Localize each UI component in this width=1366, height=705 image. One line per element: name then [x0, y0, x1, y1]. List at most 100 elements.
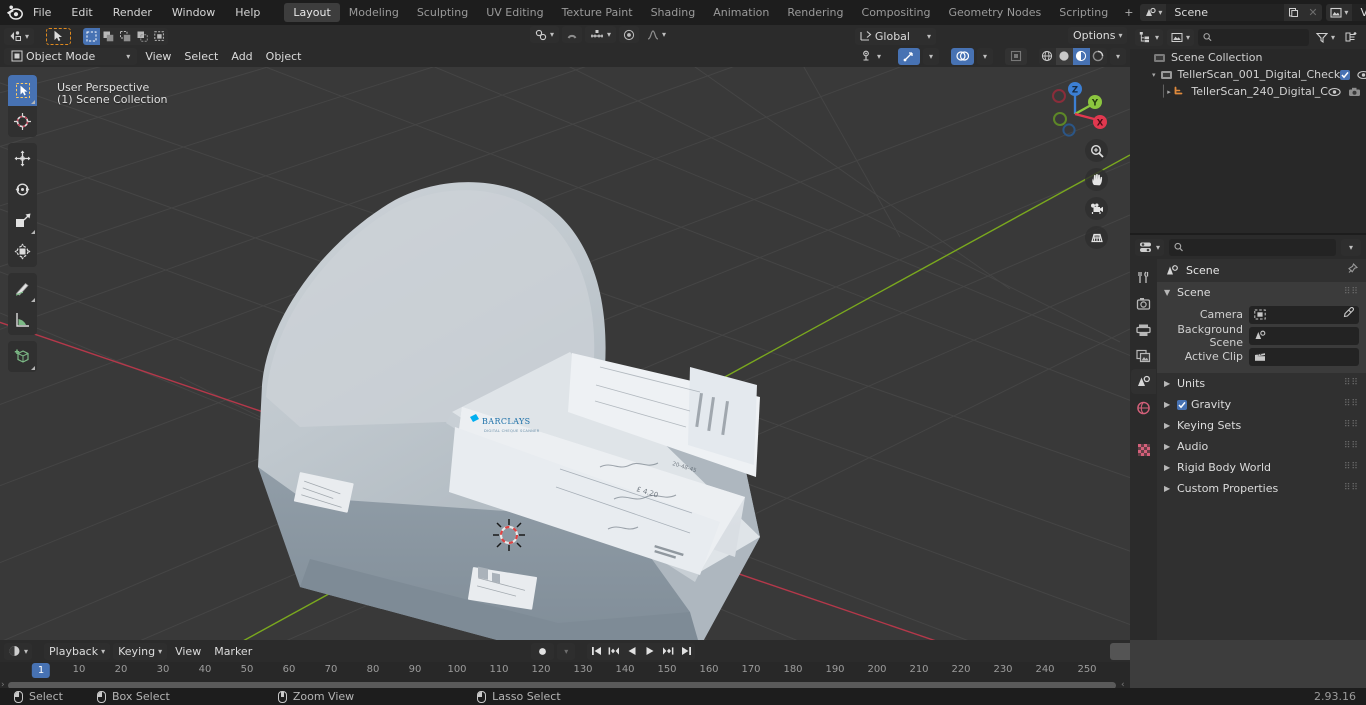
- timeline-scale[interactable]: 10 20 30 40 50 60 70 80 90 100 110 120 1…: [0, 662, 1130, 680]
- background-scene-field[interactable]: [1249, 327, 1359, 345]
- properties-tab-tool[interactable]: [1131, 265, 1156, 290]
- select-intersect-icon[interactable]: [151, 28, 168, 45]
- select-extend-icon[interactable]: [100, 28, 117, 45]
- timeline-menu-view[interactable]: View: [170, 643, 206, 660]
- play-icon[interactable]: [641, 643, 659, 660]
- panel-header-custom-properties[interactable]: ▶ Custom Properties ⠿⠿: [1157, 478, 1366, 499]
- proportional-edit-icon[interactable]: [619, 26, 639, 43]
- overlays-icon[interactable]: [951, 48, 974, 65]
- select-box-icon[interactable]: [83, 28, 100, 45]
- menu-edit[interactable]: Edit: [61, 0, 102, 25]
- panel-header-gravity[interactable]: ▶ Gravity ⠿⠿: [1157, 394, 1366, 415]
- rendered-icon[interactable]: [1090, 48, 1107, 65]
- workspace-tab-rendering[interactable]: Rendering: [778, 3, 852, 22]
- scale-tool[interactable]: [8, 205, 37, 236]
- eye-icon[interactable]: [1328, 87, 1341, 97]
- outliner-search-box[interactable]: [1198, 29, 1309, 46]
- properties-search-input[interactable]: [1187, 241, 1331, 254]
- filter-id-icon[interactable]: ▾: [1167, 29, 1194, 46]
- menu-help[interactable]: Help: [225, 0, 270, 25]
- disclosure-triangle[interactable]: ▾: [1152, 71, 1156, 79]
- disclosure-triangle[interactable]: ▸: [1167, 88, 1172, 96]
- filter-funnel-icon[interactable]: ▾: [1313, 29, 1338, 46]
- menu-render[interactable]: Render: [103, 0, 162, 25]
- zoom-icon[interactable]: [1085, 139, 1108, 162]
- workspace-tab-texture-paint[interactable]: Texture Paint: [553, 3, 642, 22]
- collection-checkbox[interactable]: [1340, 70, 1350, 80]
- camera-render-icon[interactable]: [1348, 87, 1361, 97]
- gizmo-dropdown[interactable]: ▾: [923, 48, 939, 65]
- material-preview-icon[interactable]: [1073, 48, 1090, 65]
- add-cube-tool[interactable]: [8, 341, 37, 372]
- outliner-row-tellerscan-collection[interactable]: ▾ TellerScan_001_Digital_Check: [1130, 66, 1366, 83]
- workspace-tab-modeling[interactable]: Modeling: [340, 3, 408, 22]
- timeline-menu-keying[interactable]: Keying ▾: [113, 643, 167, 660]
- viewport-menu-select[interactable]: Select: [179, 48, 223, 65]
- blender-logo-icon[interactable]: [6, 0, 23, 25]
- 3d-viewport[interactable]: BARCLAYS DIGITAL CHEQUE SCANNER £ 4.20 2…: [0, 67, 1130, 640]
- new-scene-button[interactable]: [1284, 4, 1303, 21]
- gizmo-icon[interactable]: [898, 48, 920, 65]
- keying-set-dropdown[interactable]: ▾: [557, 643, 575, 660]
- cursor-icon[interactable]: [46, 28, 71, 45]
- properties-options-dropdown[interactable]: ▾: [1341, 239, 1361, 256]
- playhead[interactable]: 1: [32, 663, 50, 678]
- outliner-display-icon[interactable]: ▾: [1135, 29, 1163, 46]
- select-difference-icon[interactable]: [134, 28, 151, 45]
- editor-type-icon[interactable]: ▾: [4, 28, 34, 45]
- scene-selector[interactable]: ▾ Scene ✕: [1140, 4, 1322, 21]
- properties-tab-texture[interactable]: [1131, 437, 1156, 462]
- ortho-persp-toggle-icon[interactable]: [1085, 226, 1108, 249]
- properties-tab-scene[interactable]: [1131, 369, 1156, 394]
- panel-header-audio[interactable]: ▶ Audio ⠿⠿: [1157, 436, 1366, 457]
- select-subtract-icon[interactable]: [117, 28, 134, 45]
- unlink-scene-button[interactable]: ✕: [1303, 4, 1322, 21]
- properties-editor-icon[interactable]: ▾: [1135, 239, 1164, 256]
- properties-tab-render[interactable]: [1131, 291, 1156, 316]
- workspace-tab-scripting[interactable]: Scripting: [1050, 3, 1117, 22]
- active-clip-field[interactable]: [1249, 348, 1359, 366]
- properties-tab-world[interactable]: [1131, 395, 1156, 420]
- pan-hand-icon[interactable]: [1085, 168, 1108, 191]
- pin-icon[interactable]: [1346, 263, 1358, 278]
- annotate-tool[interactable]: [8, 273, 37, 304]
- workspace-tab-compositing[interactable]: Compositing: [853, 3, 940, 22]
- panel-header-units[interactable]: ▶ Units ⠿⠿: [1157, 373, 1366, 394]
- workspace-tab-layout[interactable]: Layout: [284, 3, 339, 22]
- view-layer-name-field[interactable]: View Layer: [1352, 4, 1366, 21]
- add-workspace-button[interactable]: +: [1117, 3, 1140, 22]
- workspace-tab-sculpting[interactable]: Sculpting: [408, 3, 477, 22]
- workspace-tab-geometry-nodes[interactable]: Geometry Nodes: [939, 3, 1050, 22]
- menu-window[interactable]: Window: [162, 0, 225, 25]
- panel-header-scene[interactable]: ▼ Scene ⠿⠿: [1157, 282, 1366, 303]
- record-keyframe-icon[interactable]: [531, 643, 554, 660]
- panel-header-rigid-body-world[interactable]: ▶ Rigid Body World ⠿⠿: [1157, 457, 1366, 478]
- pivot-point-dropdown[interactable]: ▾: [530, 26, 559, 43]
- transform-orientation-dropdown[interactable]: Global ▾: [855, 28, 936, 45]
- camera-view-icon[interactable]: [1085, 197, 1108, 220]
- jump-to-end-icon[interactable]: [677, 643, 695, 660]
- viewport-menu-view[interactable]: View: [140, 48, 176, 65]
- viewport-menu-object[interactable]: Object: [261, 48, 307, 65]
- scene-name-field[interactable]: Scene: [1166, 4, 1284, 21]
- view-layer-selector[interactable]: ▾ View Layer ✕: [1326, 4, 1366, 21]
- camera-field[interactable]: [1249, 306, 1359, 324]
- move-tool[interactable]: [8, 143, 37, 174]
- workspace-tab-uv-editing[interactable]: UV Editing: [477, 3, 552, 22]
- properties-search-box[interactable]: [1169, 239, 1336, 256]
- eyedropper-icon[interactable]: [1342, 307, 1354, 322]
- jump-next-keyframe-icon[interactable]: [659, 643, 677, 660]
- xray-icon[interactable]: [1005, 48, 1027, 65]
- gravity-checkbox[interactable]: [1177, 400, 1187, 410]
- options-dropdown[interactable]: Options ▾: [1068, 27, 1127, 44]
- view-layer-icon[interactable]: ▾: [1326, 4, 1352, 21]
- workspace-tab-animation[interactable]: Animation: [704, 3, 778, 22]
- jump-prev-keyframe-icon[interactable]: [605, 643, 623, 660]
- panel-header-keying-sets[interactable]: ▶ Keying Sets ⠿⠿: [1157, 415, 1366, 436]
- interaction-mode-dropdown[interactable]: Object Mode ▾: [4, 48, 137, 65]
- outliner-row-tellerscan-object[interactable]: │ ▸ TellerScan_240_Digital_C: [1130, 83, 1366, 100]
- object-types-visibility-icon[interactable]: ▾: [856, 48, 886, 65]
- timeline-menu-playback[interactable]: Playback ▾: [44, 643, 110, 660]
- snap-to-dropdown[interactable]: ▾: [585, 26, 616, 43]
- falloff-curve-dropdown[interactable]: ▾: [642, 26, 671, 43]
